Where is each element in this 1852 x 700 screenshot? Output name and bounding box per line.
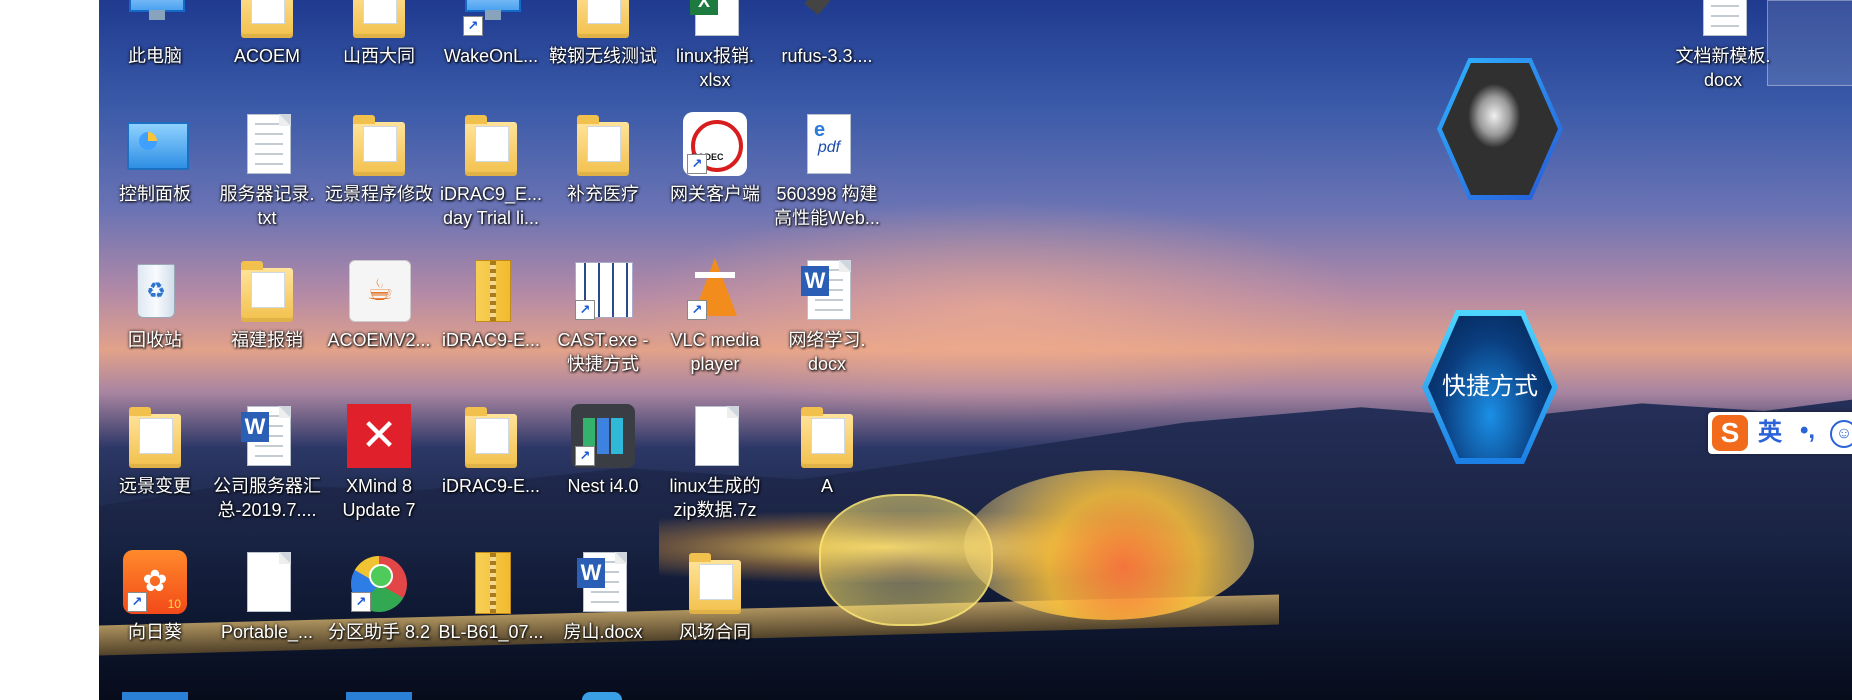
partition-assistant-icon: ↗ xyxy=(347,550,411,614)
sunflower-icon: ✿ 10 ↗ xyxy=(123,550,187,614)
desktop-icon-folder-a[interactable]: A xyxy=(773,402,881,542)
desktop-icon-web-pdf[interactable]: e pdf 560398 构建 高性能Web... xyxy=(773,110,881,250)
control-panel-icon xyxy=(123,112,189,176)
recycle-bin-icon: ♻ xyxy=(123,258,187,322)
usb-drive-icon xyxy=(795,0,859,38)
desktop-icon-fangshan-docx[interactable]: W 房山.docx xyxy=(549,548,657,688)
desktop-icon-control-panel[interactable]: 控制面板 xyxy=(101,110,209,250)
folder-icon xyxy=(571,0,635,38)
word-file-icon xyxy=(1691,0,1755,38)
xmind-icon: ✕ xyxy=(347,404,411,468)
blank-file-icon xyxy=(683,404,747,468)
nest-icon: ↗ xyxy=(571,404,635,468)
desktop-icon-idrac9-folder[interactable]: iDRAC9-E... xyxy=(437,402,545,542)
nodec-icon: ↗ xyxy=(683,112,747,176)
ime-toolbar[interactable]: S 英 •, ☺ xyxy=(1708,412,1852,454)
desktop-icon-fujian-reimburse[interactable]: 福建报销 xyxy=(213,256,321,396)
desktop-icon-yuanjing-modify[interactable]: 远景程序修改 xyxy=(325,110,433,250)
partial-icon-bottom-1[interactable] xyxy=(122,692,188,700)
shortcut-arrow-icon: ↗ xyxy=(575,446,595,466)
desktop-icon-acoem[interactable]: ACOEM xyxy=(213,0,321,112)
folder-icon xyxy=(683,550,747,614)
folder-icon xyxy=(235,0,299,38)
desktop-icon-angang-wireless[interactable]: 鞍钢无线测试 xyxy=(549,0,657,112)
desktop-icon-server-summary[interactable]: W 公司服务器汇 总-2019.7.... xyxy=(213,402,321,542)
desktop-icon-supplementary-medical[interactable]: 补充医疗 xyxy=(549,110,657,250)
this-pc-icon xyxy=(123,0,187,38)
desktop-icon-sunflower[interactable]: ✿ 10 ↗ 向日葵 xyxy=(101,548,209,688)
shortcut-arrow-icon: ↗ xyxy=(351,592,371,612)
desktop-icon-this-pc[interactable]: 此电脑 xyxy=(101,0,209,112)
excel-file-icon: X xyxy=(683,0,747,38)
folder-icon xyxy=(123,404,187,468)
folder-icon xyxy=(459,112,523,176)
word-file-icon: W xyxy=(795,258,859,322)
desktop-icon-partition-assistant[interactable]: ↗ 分区助手 8.2 xyxy=(325,548,433,688)
wake-on-lan-icon: ↗ xyxy=(459,0,523,38)
partial-icon-bottom-3[interactable] xyxy=(582,692,622,700)
desktop-icon-acoemv2[interactable]: ☕ ACOEMV2... xyxy=(325,256,433,396)
word-file-icon: W xyxy=(235,404,299,468)
zip-folder-icon xyxy=(459,550,523,614)
desktop-icon-idrac9-trial[interactable]: iDRAC9_E... day Trial li... xyxy=(437,110,545,250)
text-file-icon xyxy=(235,112,299,176)
desktop-icon-rufus[interactable]: rufus-3.3.... xyxy=(773,0,881,112)
pdf-file-icon: e pdf xyxy=(795,112,859,176)
desktop-icon-portable[interactable]: Portable_... xyxy=(213,548,321,688)
desktop-icon-wind-farm-contract[interactable]: 风场合同 xyxy=(661,548,769,688)
partial-icon-bottom-2[interactable] xyxy=(346,692,412,700)
folder-icon xyxy=(347,0,411,38)
desktop-icon-yuanjing-change[interactable]: 远景变更 xyxy=(101,402,209,542)
desktop-icon-cast-shortcut[interactable]: ↗ CAST.exe - 快捷方式 xyxy=(549,256,657,396)
desktop-icon-recycle-bin[interactable]: ♻ 回收站 xyxy=(101,256,209,396)
shortcut-arrow-icon: ↗ xyxy=(127,592,147,612)
shortcut-arrow-icon: ↗ xyxy=(463,16,483,36)
blank-file-icon xyxy=(235,550,299,614)
ime-language-toggle[interactable]: 英 xyxy=(1758,418,1782,448)
desktop-icon-gateway-client[interactable]: ↗ 网关客户端 xyxy=(661,110,769,250)
folder-icon xyxy=(235,258,299,322)
vlc-icon: ↗ xyxy=(683,258,747,322)
folder-icon xyxy=(459,404,523,468)
zip-folder-icon xyxy=(459,258,523,322)
desktop-icon-linux-zip-data[interactable]: linux生成的 zip数据.7z xyxy=(661,402,769,542)
desktop-icon-xmind[interactable]: ✕ XMind 8 Update 7 xyxy=(325,402,433,542)
desktop-icon-doc-template[interactable]: 文档新模板. docx xyxy=(1669,0,1777,112)
word-file-icon: W xyxy=(571,550,635,614)
desktop-icon-nest[interactable]: ↗ Nest i4.0 xyxy=(549,402,657,542)
shortcut-arrow-icon: ↗ xyxy=(575,300,595,320)
quick-shortcut-label: 快捷方式 xyxy=(1428,316,1552,458)
emoji-icon[interactable]: ☺ xyxy=(1830,420,1852,448)
selection-highlight xyxy=(1767,0,1852,86)
java-icon: ☕ xyxy=(347,258,411,322)
profile-photo xyxy=(1442,63,1558,195)
desktop-icon-vlc[interactable]: ↗ VLC media player xyxy=(661,256,769,396)
sogou-logo-icon[interactable]: S xyxy=(1712,415,1748,451)
desktop-icon-server-log[interactable]: 服务器记录. txt xyxy=(213,110,321,250)
desktop-icon-linux-xlsx[interactable]: X linux报销. xlsx xyxy=(661,0,769,112)
desktop-icon-shanxi-datong[interactable]: 山西大同 xyxy=(325,0,433,112)
desktop-icon-bl-b61[interactable]: BL-B61_07... xyxy=(437,548,545,688)
wallpaper-bubble-tent-large xyxy=(964,470,1254,620)
cast-icon: ↗ xyxy=(571,258,635,322)
folder-icon xyxy=(347,112,411,176)
folder-icon xyxy=(795,404,859,468)
shortcut-arrow-icon: ↗ xyxy=(687,154,707,174)
ime-punctuation-toggle[interactable]: •, xyxy=(1800,416,1815,446)
shortcut-arrow-icon: ↗ xyxy=(687,300,707,320)
desktop-icon-idrac9-zip[interactable]: iDRAC9-E... xyxy=(437,256,545,396)
desktop-icon-wakeonlan[interactable]: ↗ WakeOnL... xyxy=(437,0,545,112)
desktop-icon-network-study[interactable]: W 网络学习. docx xyxy=(773,256,881,396)
folder-icon xyxy=(571,112,635,176)
